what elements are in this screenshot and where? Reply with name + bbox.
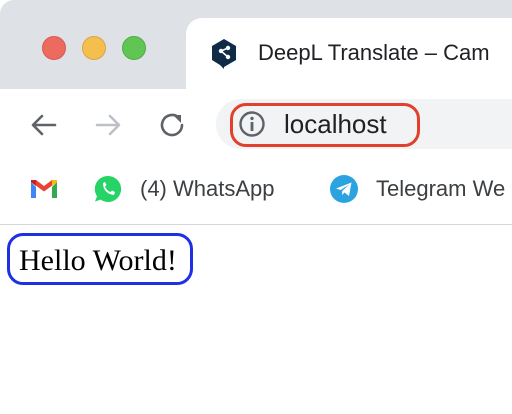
gmail-icon xyxy=(31,180,57,198)
bookmark-telegram[interactable]: Telegram We xyxy=(328,173,505,205)
maximize-window-button[interactable] xyxy=(122,36,146,60)
page-content: Hello World! xyxy=(0,226,512,414)
bookmark-gmail[interactable] xyxy=(28,173,76,205)
minimize-window-button[interactable] xyxy=(82,36,106,60)
tab-strip: DeepL Translate – Cam xyxy=(0,0,512,89)
telegram-icon xyxy=(330,175,358,203)
tab-title: DeepL Translate – Cam xyxy=(258,40,490,65)
bookmark-whatsapp[interactable]: (4) WhatsApp xyxy=(92,173,275,205)
hello-text: Hello World! xyxy=(19,244,177,277)
address-highlight xyxy=(230,103,420,147)
forward-arrow-icon[interactable] xyxy=(92,109,124,141)
deepl-icon xyxy=(212,39,236,69)
address-bar[interactable]: localhost xyxy=(216,99,512,149)
bookmark-label: Telegram We xyxy=(376,176,506,201)
bookmark-label: (4) WhatsApp xyxy=(140,176,275,201)
whatsapp-icon xyxy=(94,175,122,202)
back-arrow-icon[interactable] xyxy=(28,109,60,141)
reload-icon[interactable] xyxy=(156,109,188,141)
toolbar: localhost xyxy=(0,89,512,159)
bookmarks-bar: (4) WhatsApp Telegram We xyxy=(0,159,512,225)
hello-highlight: Hello World! xyxy=(7,233,193,285)
tab-deepl[interactable]: DeepL Translate – Cam xyxy=(186,18,512,89)
close-window-button[interactable] xyxy=(42,36,66,60)
